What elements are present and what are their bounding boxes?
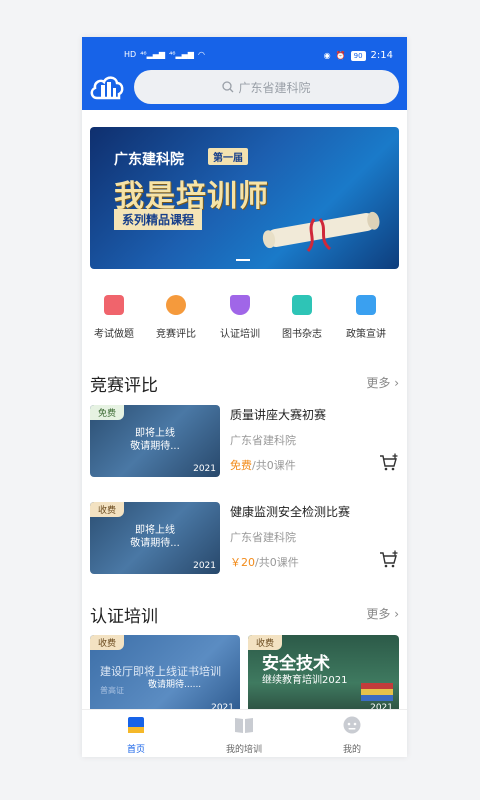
category-label: 认证培训 [220, 329, 260, 340]
phone-screen: HD ⁴⁶▂▄▆ ⁴⁶▂▄▆ ◠ ◉ ⏰ 90 2:14 广东省建科院 广东建科… [82, 37, 407, 757]
course-org: 广东省建科院 [230, 531, 296, 544]
search-icon [222, 81, 234, 93]
category-label: 考试做题 [94, 329, 134, 340]
shield-icon [230, 295, 250, 315]
card-caption-sub: 敬请期待...... [148, 680, 202, 690]
tab-label: 我的培训 [225, 745, 262, 755]
paid-tag: 收费 [90, 502, 125, 517]
thumbnail-caption: 即将上线 敬请期待... [130, 428, 180, 452]
thumbnail-year: 2021 [193, 561, 216, 571]
thumbnail-year: 2021 [193, 464, 216, 474]
profile-face-icon [343, 716, 361, 734]
tab-home[interactable]: 首页 [96, 716, 176, 755]
battery-icon: 90 [350, 50, 366, 61]
promo-banner[interactable]: 广东建科院 第一届 我是培训师 系列精品课程 [90, 127, 399, 269]
thumbnail-caption: 即将上线 敬请期待... [130, 525, 180, 549]
category-label: 图书杂志 [282, 329, 322, 340]
competition-more-link[interactable]: 更多 › [366, 374, 399, 391]
banner-subtitle: 系列精品课程 [114, 209, 203, 230]
clock-time: 2:14 [370, 50, 393, 61]
category-certification[interactable]: 认证培训 [208, 295, 272, 340]
course-item[interactable]: 免费 即将上线 敬请期待... 2021 质量讲座大赛初赛 广东省建科院 免费/… [90, 405, 399, 479]
tab-label: 我的 [342, 745, 361, 755]
paid-tag: 收费 [248, 635, 283, 650]
tab-my-training[interactable]: 我的培训 [204, 716, 284, 755]
certification-section-title: 认证培训 [90, 607, 158, 627]
eye-icon: ◉ [323, 51, 331, 60]
bottom-tab-bar: 首页 我的培训 我的 [82, 709, 407, 757]
category-exam[interactable]: 考试做题 [82, 295, 146, 340]
category-competition[interactable]: 竞赛评比 [144, 295, 208, 340]
card-subtitle: 继续教育培训2021 [262, 675, 348, 686]
course-thumbnail: 免费 即将上线 敬请期待... 2021 [90, 405, 220, 477]
course-name: 健康监测安全检测比赛 [230, 505, 351, 519]
signal-icon-a: ⁴⁶▂▄▆ [140, 50, 166, 59]
star-badge-icon [356, 295, 376, 315]
category-row: 考试做题 竞赛评比 认证培训 图书杂志 政策宣讲 [82, 295, 407, 355]
banner-org: 广东建科院 [114, 152, 184, 168]
category-policy[interactable]: 政策宣讲 [334, 295, 398, 340]
add-to-cart-icon[interactable] [379, 550, 399, 570]
top-app-bar: HD ⁴⁶▂▄▆ ⁴⁶▂▄▆ ◠ ◉ ⏰ 90 2:14 广东省建科院 [82, 37, 407, 110]
category-books[interactable]: 图书杂志 [270, 295, 334, 340]
search-placeholder: 广东省建科院 [238, 80, 311, 95]
tab-label: 首页 [126, 745, 145, 755]
competition-section-title: 竞赛评比 [90, 376, 158, 396]
home-icon [128, 717, 144, 733]
free-tag: 免费 [90, 405, 125, 420]
search-bar[interactable]: 广东省建科院 [134, 70, 399, 104]
status-bar: HD ⁴⁶▂▄▆ ⁴⁶▂▄▆ ◠ ◉ ⏰ 90 2:14 [82, 37, 407, 63]
status-left: HD ⁴⁶▂▄▆ ⁴⁶▂▄▆ ◠ [124, 50, 205, 59]
books-stack-icon [361, 683, 393, 701]
category-label: 竞赛评比 [156, 329, 196, 340]
alarm-icon: ⏰ [335, 51, 346, 60]
signal-icon-b: ⁴⁶▂▄▆ [169, 50, 194, 59]
card-corner-label: 普高证 [100, 686, 124, 695]
certification-card[interactable]: 收费 建设厅即将上线证书培训 敬请期待...... 普高证 2021 [90, 635, 240, 715]
medal-icon [166, 295, 186, 315]
certification-card[interactable]: 收费 安全技术 继续教育培训2021 2021 [248, 635, 399, 715]
paid-tag: 收费 [90, 635, 125, 650]
status-right: ◉ ⏰ 90 2:14 [324, 50, 393, 61]
diploma-scroll-icon [262, 211, 380, 252]
book-open-icon [235, 718, 253, 733]
certification-more-link[interactable]: 更多 › [366, 605, 399, 622]
course-item[interactable]: 收费 即将上线 敬请期待... 2021 健康监测安全检测比赛 广东省建科院 ￥… [90, 502, 399, 576]
banner-badge: 第一届 [208, 148, 248, 165]
exam-icon [104, 295, 124, 315]
course-thumbnail: 收费 即将上线 敬请期待... 2021 [90, 502, 220, 574]
category-label: 政策宣讲 [346, 329, 386, 340]
wifi-icon: ◠ [197, 50, 205, 59]
course-price: 免费/共0课件 [230, 459, 296, 472]
book-icon [292, 295, 312, 315]
tab-mine[interactable]: 我的 [312, 716, 392, 755]
course-price: ￥20/共0课件 [230, 556, 299, 569]
app-logo-icon[interactable] [89, 70, 125, 102]
course-name: 质量讲座大赛初赛 [230, 408, 327, 422]
hd-indicator: HD [124, 50, 137, 59]
course-org: 广东省建科院 [230, 434, 296, 447]
add-to-cart-icon[interactable] [379, 453, 399, 473]
banner-pager-indicator [236, 259, 250, 261]
